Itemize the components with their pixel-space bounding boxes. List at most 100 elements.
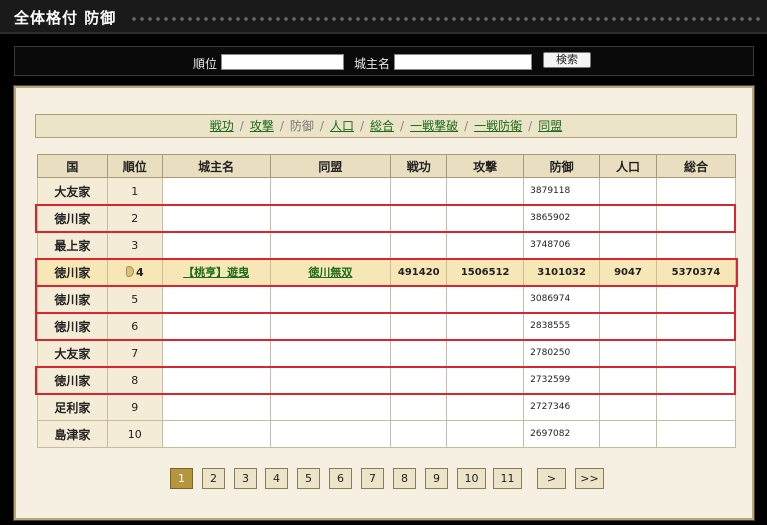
- table-header-row: 国 順位 城主名 同盟 戦功 攻撃 防御 人口 総合: [37, 154, 737, 178]
- cell-country: 徳川家: [37, 285, 108, 313]
- cell-country: 徳川家: [37, 312, 108, 340]
- cell-total: [655, 366, 737, 394]
- cell-rank: 5: [106, 285, 163, 313]
- rank-value: 4: [135, 265, 144, 279]
- cell-defense: 3086974: [523, 285, 601, 313]
- lord-link[interactable]: 【桃亨】遊曳: [183, 266, 249, 279]
- cell-country: 足利家: [37, 393, 108, 421]
- page-button-1[interactable]: 1: [170, 468, 193, 489]
- cell-rank: 3: [106, 231, 163, 259]
- cell-attack: [446, 312, 525, 340]
- cell-population: [599, 420, 657, 448]
- cell-lord: [161, 312, 271, 340]
- cell-alliance: [269, 177, 392, 205]
- lord-name-input[interactable]: [394, 54, 532, 70]
- cell-population: [599, 393, 657, 421]
- table-row: 大友家 7 2780250: [37, 339, 737, 367]
- cell-lord: [161, 285, 271, 313]
- cell-country: 徳川家: [37, 366, 108, 394]
- cell-population: 9047: [599, 258, 657, 286]
- cell-merit: [390, 231, 448, 259]
- cell-alliance: [269, 231, 392, 259]
- search-button[interactable]: 検索: [543, 52, 591, 68]
- cell-defense: 3879118: [523, 177, 601, 205]
- cell-merit: 491420: [390, 258, 448, 286]
- table-row: 島津家 10 2697082: [37, 420, 737, 448]
- cell-lord: [161, 393, 271, 421]
- cell-alliance: [269, 393, 392, 421]
- cell-total: [655, 285, 737, 313]
- last-page-button[interactable]: >>: [575, 468, 604, 489]
- table-row: 最上家 3 3748706: [37, 231, 737, 259]
- cell-lord: [161, 231, 271, 259]
- tab-separator: /: [319, 119, 324, 133]
- tab-3: 防御: [289, 119, 314, 133]
- cell-total: [655, 339, 737, 367]
- table-row-self: 徳川家 4 【桃亨】遊曳 徳川無双 491420 1506512 3101032 9047 53…: [37, 258, 737, 286]
- rank-input[interactable]: [221, 54, 344, 70]
- tab-5[interactable]: 総合: [370, 119, 394, 133]
- cell-lord: [161, 204, 271, 232]
- cell-rank: 7: [106, 339, 163, 367]
- cell-country: 島津家: [37, 420, 108, 448]
- cell-population: [599, 231, 657, 259]
- tab-4[interactable]: 人口: [330, 119, 354, 133]
- cell-total: 5370374: [655, 258, 737, 286]
- tab-8[interactable]: 同盟: [538, 119, 562, 133]
- cell-defense: 3865902: [523, 204, 601, 232]
- col-header-alliance: 同盟: [269, 154, 392, 178]
- page-button-8[interactable]: 8: [393, 468, 416, 489]
- cell-total: [655, 420, 737, 448]
- tab-2[interactable]: 攻撃: [250, 119, 274, 133]
- table-row: 徳川家 5 3086974: [37, 285, 737, 313]
- ranking-tabs: 戦功 / 攻撃 / 防御 / 人口 / 総合 / 一戦撃破 / 一戦防衛 / 同盟: [35, 114, 737, 138]
- page-button-3[interactable]: 3: [234, 468, 257, 489]
- cell-alliance: [269, 420, 392, 448]
- cell-population: [599, 204, 657, 232]
- tab-7[interactable]: 一戦防衛: [474, 119, 522, 133]
- col-header-rank: 順位: [106, 154, 163, 178]
- cell-defense: 3748706: [523, 231, 601, 259]
- cell-country: 徳川家: [37, 258, 108, 286]
- cell-total: [655, 204, 737, 232]
- page-title: 全体格付 防御: [14, 9, 117, 27]
- rank-label: 順位: [193, 57, 218, 71]
- cell-merit: [390, 366, 448, 394]
- col-header-country: 国: [37, 154, 108, 178]
- cell-rank: 10: [106, 420, 163, 448]
- self-marker-icon: [125, 265, 134, 277]
- col-header-attack: 攻撃: [446, 154, 525, 178]
- col-header-population: 人口: [599, 154, 657, 178]
- cell-rank: 9: [106, 393, 163, 421]
- next-page-button[interactable]: >: [537, 468, 566, 489]
- cell-alliance: [269, 366, 392, 394]
- cell-total: [655, 177, 737, 205]
- page-button-4[interactable]: 4: [265, 468, 288, 489]
- page-button-6[interactable]: 6: [329, 468, 352, 489]
- page-button-9[interactable]: 9: [425, 468, 448, 489]
- tab-1[interactable]: 戦功: [210, 119, 234, 133]
- cell-defense: 2732599: [523, 366, 601, 394]
- tab-6[interactable]: 一戦撃破: [410, 119, 458, 133]
- cell-country: 徳川家: [37, 204, 108, 232]
- cell-total: [655, 312, 737, 340]
- cell-defense: 2697082: [523, 420, 601, 448]
- table-row: 徳川家 6 2838555: [37, 312, 737, 340]
- cell-alliance: [269, 204, 392, 232]
- page-button-5[interactable]: 5: [297, 468, 320, 489]
- page-button-10[interactable]: 10: [457, 468, 486, 489]
- page-button-7[interactable]: 7: [361, 468, 384, 489]
- cell-country: 大友家: [37, 339, 108, 367]
- cell-merit: [390, 177, 448, 205]
- cell-population: [599, 285, 657, 313]
- tab-separator: /: [359, 119, 365, 133]
- cell-attack: [446, 339, 525, 367]
- table-row: 大友家 1 3879118: [37, 177, 737, 205]
- table-row: 足利家 9 2727346: [37, 393, 737, 421]
- cell-rank: 2: [106, 204, 163, 232]
- col-header-defense: 防御: [523, 154, 601, 178]
- cell-defense: 2838555: [523, 312, 601, 340]
- page-button-2[interactable]: 2: [202, 468, 225, 489]
- page-button-11[interactable]: 11: [493, 468, 522, 489]
- alliance-link[interactable]: 徳川無双: [308, 266, 352, 279]
